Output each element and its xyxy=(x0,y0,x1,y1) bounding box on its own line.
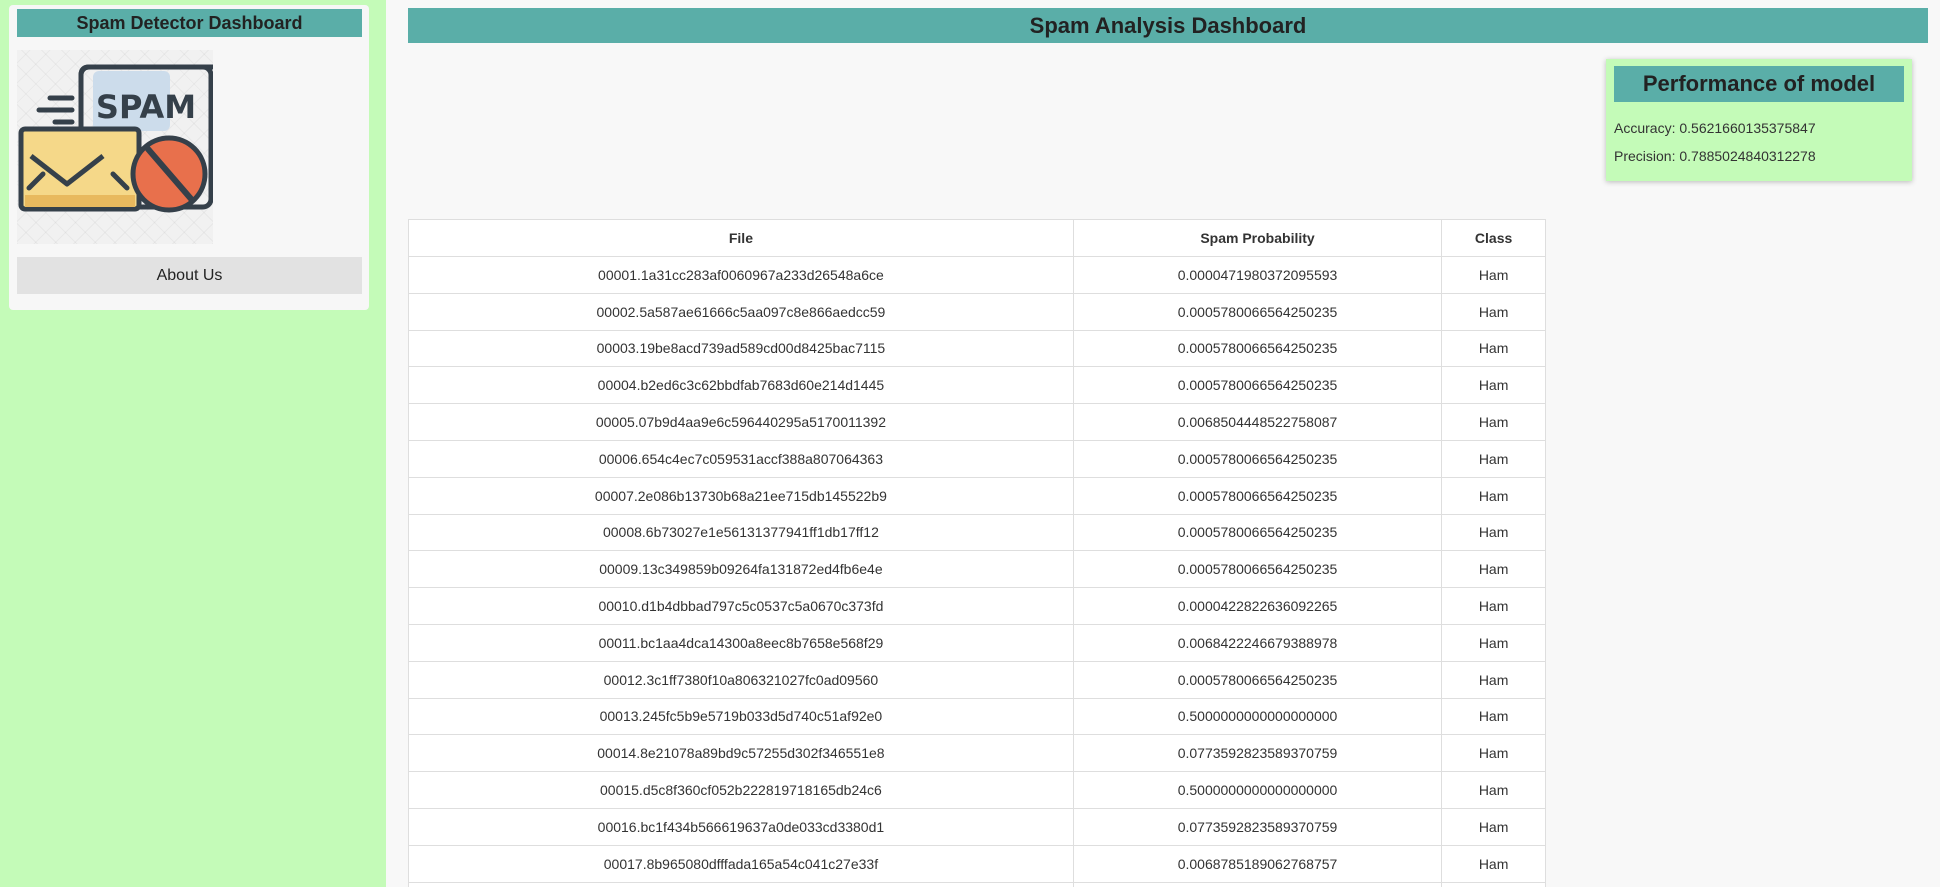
cell-file: 00001.1a31cc283af0060967a233d26548a6ce xyxy=(408,256,1074,294)
cell-file: 00004.b2ed6c3c62bbdfab7683d60e214d1445 xyxy=(408,366,1074,405)
cell-file: 00017.8b965080dfffada165a54c041c27e33f xyxy=(408,844,1074,883)
cell-file: 00003.19be8acd739ad589cd00d8425bac7115 xyxy=(408,329,1074,368)
cell-class: Ham xyxy=(1441,550,1546,589)
table-row: 00010.d1b4dbbad797c5c0537c5a0670c373fd 0.… xyxy=(408,587,1546,625)
table-row: 00012.3c1ff7380f10a806321027fc0ad09560 0.… xyxy=(408,660,1546,699)
table-row: 00008.6b73027e1e56131377941ff1db17ff12 0.… xyxy=(408,513,1546,552)
table-row: 00009.13c349859b09264fa131872ed4fb6e4e 0.… xyxy=(408,550,1546,589)
precision-text: Precision: 0.7885024840312278 xyxy=(1614,148,1816,164)
table-row: 00014.8e21078a89bd9c57255d302f346551e8 0.… xyxy=(408,734,1546,773)
cell-class: Ham xyxy=(1441,476,1546,515)
cell-class: Ham xyxy=(1441,366,1546,405)
cell-class: Ham xyxy=(1441,771,1546,809)
cell-class: Ham xyxy=(1441,844,1546,883)
results-table-container[interactable]: File Spam Probability Class 00001.1a31cc… xyxy=(408,219,1546,887)
cell-file: 00002.5a587ae61666c5aa097c8e866aedcc59 xyxy=(408,292,1074,331)
cell-file: 00012.3c1ff7380f10a806321027fc0ad09560 xyxy=(408,660,1074,699)
table-row: 00006.654c4ec7c059531accf388a807064363 0.… xyxy=(408,439,1546,478)
cell-spam-probability: 0.5000000000000000000 xyxy=(1072,771,1443,809)
cell-file: 00015.d5c8f360cf052b222819718165db24c6 xyxy=(408,771,1074,809)
cell-spam-probability xyxy=(1072,881,1443,887)
accuracy-text: Accuracy: 0.5621660135375847 xyxy=(1614,120,1816,136)
cell-spam-probability: 0.0005780066564250235 xyxy=(1072,439,1443,478)
cell-file: 00008.6b73027e1e56131377941ff1db17ff12 xyxy=(408,513,1074,552)
cell-spam-probability: 0.0005780066564250235 xyxy=(1072,329,1443,368)
cell-spam-probability: 0.0005780066564250235 xyxy=(1072,550,1443,589)
cell-class: Ham xyxy=(1441,256,1546,294)
header-file: File xyxy=(408,219,1074,257)
cell-class: Ham xyxy=(1441,807,1546,846)
table-header-row: File Spam Probability Class xyxy=(408,219,1546,257)
cell-file: 00013.245fc5b9e5719b033d5d740c51af92e0 xyxy=(408,697,1074,736)
table-row: 00013.245fc5b9e5719b033d5d740c51af92e0 0.… xyxy=(408,697,1546,736)
cell-spam-probability: 0.0000471980372095593 xyxy=(1072,256,1443,294)
about-us-button[interactable]: About Us xyxy=(17,257,362,294)
spam-envelope-icon: SPAM xyxy=(18,64,215,213)
performance-title: Performance of model xyxy=(1614,66,1904,102)
table-row: 00016.bc1f434b566619637a0de033cd3380d1 0.… xyxy=(408,807,1546,846)
cell-class: Ham xyxy=(1441,587,1546,625)
performance-card: Performance of model Accuracy: 0.5621660… xyxy=(1606,59,1912,181)
main-panel: Spam Analysis Dashboard Performance of m… xyxy=(386,0,1940,887)
cell-spam-probability: 0.0005780066564250235 xyxy=(1072,292,1443,331)
cell-file: 00011.bc1aa4dca14300a8eec8b7658e568f29 xyxy=(408,623,1074,662)
cell-class: Ham xyxy=(1441,513,1546,552)
table-row xyxy=(408,881,1546,887)
table-row: 00017.8b965080dfffada165a54c041c27e33f 0.… xyxy=(408,844,1546,883)
cell-file: 00014.8e21078a89bd9c57255d302f346551e8 xyxy=(408,734,1074,773)
cell-file: 00009.13c349859b09264fa131872ed4fb6e4e xyxy=(408,550,1074,589)
cell-file: 00005.07b9d4aa9e6c596440295a5170011392 xyxy=(408,403,1074,441)
cell-spam-probability: 0.5000000000000000000 xyxy=(1072,697,1443,736)
cell-spam-probability: 0.0005780066564250235 xyxy=(1072,476,1443,515)
cell-class: Ham xyxy=(1441,623,1546,662)
cell-file: 00006.654c4ec7c059531accf388a807064363 xyxy=(408,439,1074,478)
cell-spam-probability: 0.0068785189062768757 xyxy=(1072,844,1443,883)
spam-logo-image: SPAM xyxy=(17,50,215,244)
sidebar: Spam Detector Dashboard SPAM About Us xyxy=(9,5,369,310)
cell-spam-probability: 0.0000422822636092265 xyxy=(1072,587,1443,625)
cell-spam-probability: 0.0005780066564250235 xyxy=(1072,513,1443,552)
cell-class xyxy=(1441,881,1546,887)
cell-class: Ham xyxy=(1441,734,1546,773)
cell-spam-probability: 0.0068422246679388978 xyxy=(1072,623,1443,662)
results-table: File Spam Probability Class 00001.1a31cc… xyxy=(408,219,1546,887)
svg-text:SPAM: SPAM xyxy=(96,88,196,126)
table-row: 00011.bc1aa4dca14300a8eec8b7658e568f29 0.… xyxy=(408,623,1546,662)
cell-class: Ham xyxy=(1441,403,1546,441)
cell-spam-probability: 0.0773592823589370759 xyxy=(1072,734,1443,773)
cell-file: 00010.d1b4dbbad797c5c0537c5a0670c373fd xyxy=(408,587,1074,625)
table-row: 00004.b2ed6c3c62bbdfab7683d60e214d1445 0.… xyxy=(408,366,1546,405)
header-class: Class xyxy=(1441,219,1546,257)
table-row: 00002.5a587ae61666c5aa097c8e866aedcc59 0.… xyxy=(408,292,1546,331)
cell-spam-probability: 0.0773592823589370759 xyxy=(1072,807,1443,846)
page-title: Spam Analysis Dashboard xyxy=(408,8,1928,43)
cell-class: Ham xyxy=(1441,439,1546,478)
cell-file: 00016.bc1f434b566619637a0de033cd3380d1 xyxy=(408,807,1074,846)
table-row: 00015.d5c8f360cf052b222819718165db24c6 0.… xyxy=(408,771,1546,809)
cell-spam-probability: 0.0005780066564250235 xyxy=(1072,366,1443,405)
table-row: 00003.19be8acd739ad589cd00d8425bac7115 0.… xyxy=(408,329,1546,368)
cell-file: 00007.2e086b13730b68a21ee715db145522b9 xyxy=(408,476,1074,515)
table-row: 00007.2e086b13730b68a21ee715db145522b9 0.… xyxy=(408,476,1546,515)
table-row: 00001.1a31cc283af0060967a233d26548a6ce 0.… xyxy=(408,256,1546,294)
cell-class: Ham xyxy=(1441,660,1546,699)
table-row: 00005.07b9d4aa9e6c596440295a5170011392 0.… xyxy=(408,403,1546,441)
sidebar-title: Spam Detector Dashboard xyxy=(17,9,362,37)
table-body: 00001.1a31cc283af0060967a233d26548a6ce 0.… xyxy=(408,256,1546,887)
cell-spam-probability: 0.0068504448522758087 xyxy=(1072,403,1443,441)
header-spam-probability: Spam Probability xyxy=(1072,219,1443,257)
cell-spam-probability: 0.0005780066564250235 xyxy=(1072,660,1443,699)
cell-class: Ham xyxy=(1441,697,1546,736)
cell-file xyxy=(408,881,1074,887)
cell-class: Ham xyxy=(1441,329,1546,368)
cell-class: Ham xyxy=(1441,292,1546,331)
